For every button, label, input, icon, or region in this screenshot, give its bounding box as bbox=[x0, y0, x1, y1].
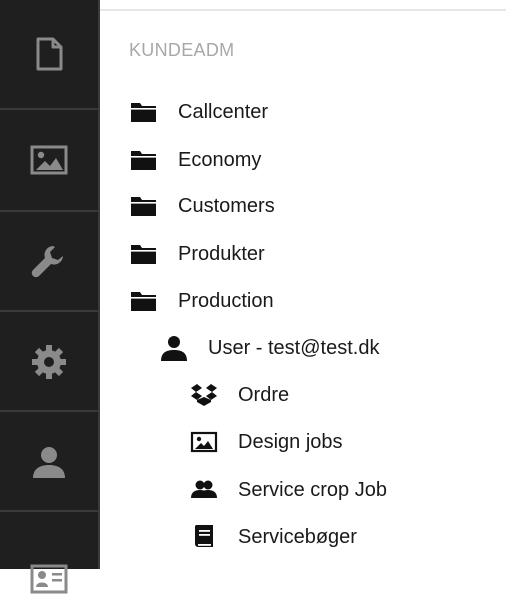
id-card-icon bbox=[30, 564, 68, 594]
tree-item-production[interactable]: Production bbox=[129, 286, 274, 316]
tree-item-service-crop-job[interactable]: Service crop Job bbox=[189, 475, 387, 505]
tree-item-label: User - test@test.dk bbox=[208, 336, 380, 359]
tree-item-label: Servicebøger bbox=[238, 525, 357, 548]
tree-item-ordre[interactable]: Ordre bbox=[189, 380, 289, 410]
tree-item-user[interactable]: User - test@test.dk bbox=[159, 333, 379, 363]
tree-item-economy[interactable]: Economy bbox=[129, 145, 261, 175]
tree-item-label: Service crop Job bbox=[238, 478, 387, 501]
sidebar-item-images[interactable] bbox=[0, 110, 98, 210]
image-icon bbox=[30, 145, 68, 175]
folder-icon bbox=[129, 97, 159, 127]
folder-icon bbox=[129, 191, 159, 221]
tree-item-label: Callcenter bbox=[178, 100, 269, 123]
tree-item-label: Ordre bbox=[238, 383, 290, 406]
tree-item-servicebooger[interactable]: Servicebøger bbox=[189, 522, 357, 552]
tree-item-produkter[interactable]: Produkter bbox=[129, 239, 265, 269]
tree-item-customers[interactable]: Customers bbox=[129, 191, 275, 221]
user-icon bbox=[159, 333, 189, 363]
tree-item-callcenter[interactable]: Callcenter bbox=[129, 97, 268, 127]
section-title: KUNDEADM bbox=[129, 40, 235, 60]
document-icon bbox=[36, 37, 63, 71]
tree-item-label: Customers bbox=[178, 194, 275, 217]
gear-icon bbox=[32, 345, 66, 379]
users-icon bbox=[189, 475, 219, 505]
sidebar bbox=[0, 0, 100, 594]
wrench-icon bbox=[31, 246, 63, 278]
user-icon bbox=[33, 447, 65, 478]
tree-item-label: Produkter bbox=[178, 242, 265, 265]
sidebar-item-documents[interactable] bbox=[0, 0, 98, 108]
tree-item-design-jobs[interactable]: Design jobs bbox=[189, 427, 343, 457]
picture-icon bbox=[189, 427, 219, 457]
dropbox-icon bbox=[189, 380, 219, 410]
folder-icon bbox=[129, 286, 159, 316]
tree-item-label: Economy bbox=[178, 148, 262, 171]
folder-icon bbox=[129, 145, 159, 175]
sidebar-item-contacts[interactable] bbox=[0, 512, 98, 612]
sidebar-item-users[interactable] bbox=[0, 412, 98, 512]
main-panel: KUNDEADM Callcenter Economy Customers Pr… bbox=[100, 0, 506, 569]
sidebar-item-settings[interactable] bbox=[0, 312, 98, 412]
tree-item-label: Design jobs bbox=[238, 430, 343, 453]
book-icon bbox=[189, 522, 219, 552]
sidebar-item-tools[interactable] bbox=[0, 212, 98, 312]
folder-icon bbox=[129, 239, 159, 269]
tree-item-label: Production bbox=[178, 289, 274, 312]
